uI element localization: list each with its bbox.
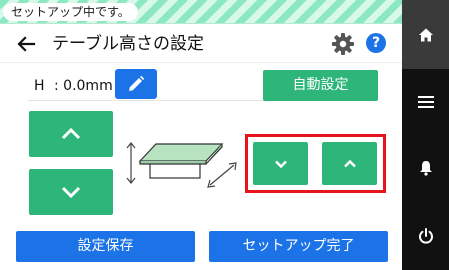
page-title: テーブル高さの設定 — [52, 34, 204, 54]
status-banner: セットアップ中です。 — [0, 0, 402, 24]
power-icon — [418, 227, 433, 244]
settings-button[interactable] — [331, 32, 355, 56]
chevron-up-icon — [343, 159, 356, 167]
table-up-button[interactable] — [29, 111, 113, 157]
height-value: : 0.0mm — [54, 78, 113, 94]
chevron-up-icon — [61, 128, 81, 140]
home-icon — [418, 28, 433, 41]
chevron-down-icon — [274, 160, 287, 168]
height-label: H — [34, 78, 45, 94]
auto-setting-button[interactable]: 自動設定 — [263, 70, 378, 101]
help-icon: ? — [371, 35, 381, 51]
chevron-down-icon — [61, 186, 81, 198]
nav-power[interactable] — [402, 201, 449, 270]
edit-height-button[interactable] — [115, 69, 157, 99]
side-nav — [402, 0, 449, 270]
table-illustration — [126, 142, 237, 188]
table-down-button[interactable] — [29, 169, 113, 215]
save-settings-button[interactable]: 設定保存 — [16, 231, 195, 262]
nav-menu[interactable] — [402, 69, 449, 135]
fine-up-button[interactable] — [322, 142, 377, 185]
nav-notifications[interactable] — [402, 135, 449, 201]
nav-home[interactable] — [402, 0, 449, 69]
finish-setup-button[interactable]: セットアップ完了 — [209, 231, 388, 262]
pencil-icon — [129, 75, 145, 91]
back-button[interactable] — [14, 33, 38, 55]
arrow-left-icon — [17, 36, 36, 52]
header: テーブル高さの設定 ? — [0, 25, 402, 63]
bell-icon — [419, 161, 432, 176]
fine-down-button[interactable] — [253, 142, 308, 185]
gear-icon — [332, 33, 354, 55]
status-banner-text: セットアップ中です。 — [3, 3, 138, 21]
menu-icon — [417, 96, 434, 108]
help-button[interactable]: ? — [366, 33, 386, 53]
